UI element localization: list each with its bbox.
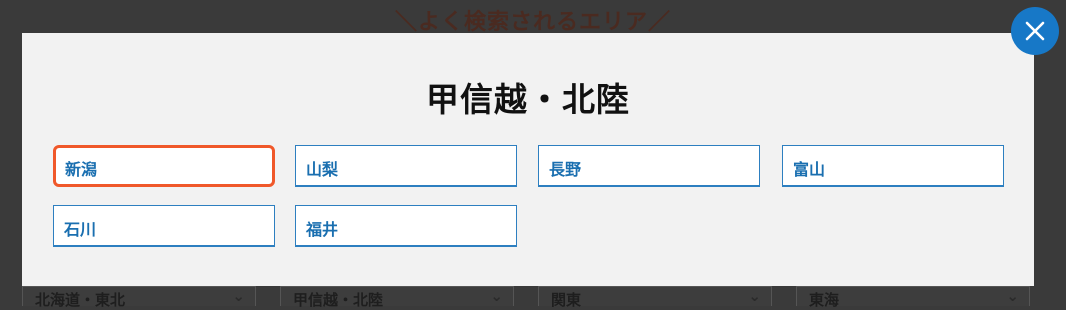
chevron-down-icon: ⌄ <box>1006 287 1019 305</box>
close-icon <box>1025 21 1045 41</box>
area-button-nagano[interactable]: 長野 <box>538 145 760 187</box>
modal-title: 甲信越・北陸 <box>426 80 630 119</box>
area-button-label: 山梨 <box>306 160 339 179</box>
area-select-modal: 甲信越・北陸 新潟 山梨 長野 富山 石川 福井 <box>22 33 1034 286</box>
background-section-heading: ＼よく検索されるエリア／ <box>394 10 671 35</box>
background-tab-koshinetsu-hokuriku: 甲信越・北陸 ⌄ <box>280 286 514 309</box>
area-button-niigata[interactable]: 新潟 <box>53 145 275 187</box>
area-button-yamanashi[interactable]: 山梨 <box>295 145 517 187</box>
chevron-down-icon: ⌄ <box>490 287 503 305</box>
background-tab-label: 東海 <box>809 291 840 309</box>
chevron-down-icon: ⌄ <box>232 287 245 305</box>
area-button-ishikawa[interactable]: 石川 <box>53 205 275 247</box>
area-button-label: 新潟 <box>65 160 98 179</box>
background-tab-tokai: 東海 ⌄ <box>796 286 1030 309</box>
background-tab-label: 北海道・東北 <box>35 291 126 309</box>
background-tab-label: 甲信越・北陸 <box>293 291 384 309</box>
area-button-label: 福井 <box>306 220 339 239</box>
chevron-down-icon: ⌄ <box>748 287 761 305</box>
background-region-tabs: 北海道・東北 ⌄ 甲信越・北陸 ⌄ 関東 ⌄ 東海 ⌄ <box>22 286 1046 309</box>
background-tab-kanto: 関東 ⌄ <box>538 286 772 309</box>
area-button-label: 富山 <box>793 160 826 179</box>
background-tab-hokkaido-tohoku: 北海道・東北 ⌄ <box>22 286 256 309</box>
area-button-fukui[interactable]: 福井 <box>295 205 517 247</box>
area-button-label: 石川 <box>64 220 97 239</box>
area-button-label: 長野 <box>549 160 582 179</box>
area-button-toyama[interactable]: 富山 <box>782 145 1004 187</box>
close-modal-button[interactable] <box>1011 7 1059 55</box>
background-tab-label: 関東 <box>551 291 582 309</box>
